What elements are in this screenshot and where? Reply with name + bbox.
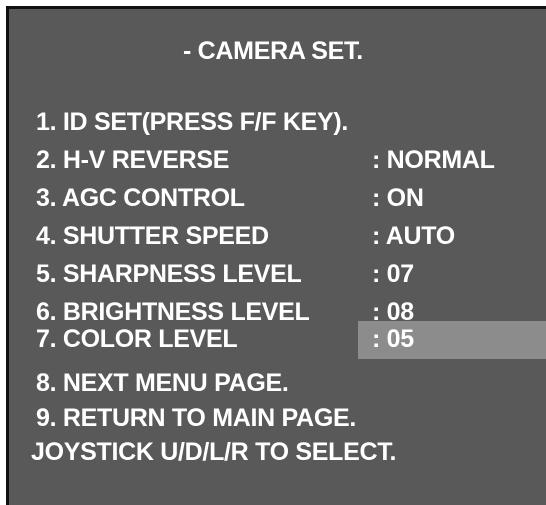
- camera-osd-screen: - CAMERA SET. 1. ID SET(PRESS F/F KEY). …: [6, 6, 546, 505]
- menu-title: - CAMERA SET.: [183, 37, 363, 65]
- menu-item-label: 3. AGC CONTROL: [36, 184, 245, 212]
- menu-item-value: : NORMAL: [372, 146, 495, 174]
- menu-item-value: : AUTO: [372, 222, 455, 250]
- menu-item-label: 1. ID SET(PRESS F/F KEY).: [36, 108, 348, 136]
- menu-item-label: 2. H-V REVERSE: [36, 146, 230, 174]
- menu-item-value: : 07: [372, 260, 414, 288]
- menu-item-label: 4. SHUTTER SPEED: [36, 222, 269, 250]
- menu-item-shutter-speed[interactable]: 4. SHUTTER SPEED : AUTO: [9, 218, 546, 256]
- menu-item-label: 7. COLOR LEVEL: [36, 325, 238, 353]
- menu-item-id-set[interactable]: 1. ID SET(PRESS F/F KEY).: [9, 104, 546, 142]
- menu-item-value: : 05: [372, 325, 414, 353]
- menu-item-value: : ON: [372, 184, 424, 212]
- menu-item-label: 9. RETURN TO MAIN PAGE.: [36, 404, 356, 432]
- menu-item-return-to-main-page[interactable]: 9. RETURN TO MAIN PAGE.: [9, 400, 546, 438]
- menu-item-sharpness-level[interactable]: 5. SHARPNESS LEVEL : 07: [9, 256, 546, 294]
- menu-item-color-level[interactable]: 7. COLOR LEVEL : 05: [9, 321, 546, 359]
- menu-item-h-v-reverse[interactable]: 2. H-V REVERSE : NORMAL: [9, 142, 546, 180]
- menu-item-label: 8. NEXT MENU PAGE.: [36, 369, 289, 397]
- menu-item-agc-control[interactable]: 3. AGC CONTROL : ON: [9, 180, 546, 218]
- menu-item-label: 5. SHARPNESS LEVEL: [36, 260, 302, 288]
- joystick-hint: JOYSTICK U/D/L/R TO SELECT.: [31, 438, 397, 466]
- menu-item-next-menu-page[interactable]: 8. NEXT MENU PAGE.: [9, 365, 546, 403]
